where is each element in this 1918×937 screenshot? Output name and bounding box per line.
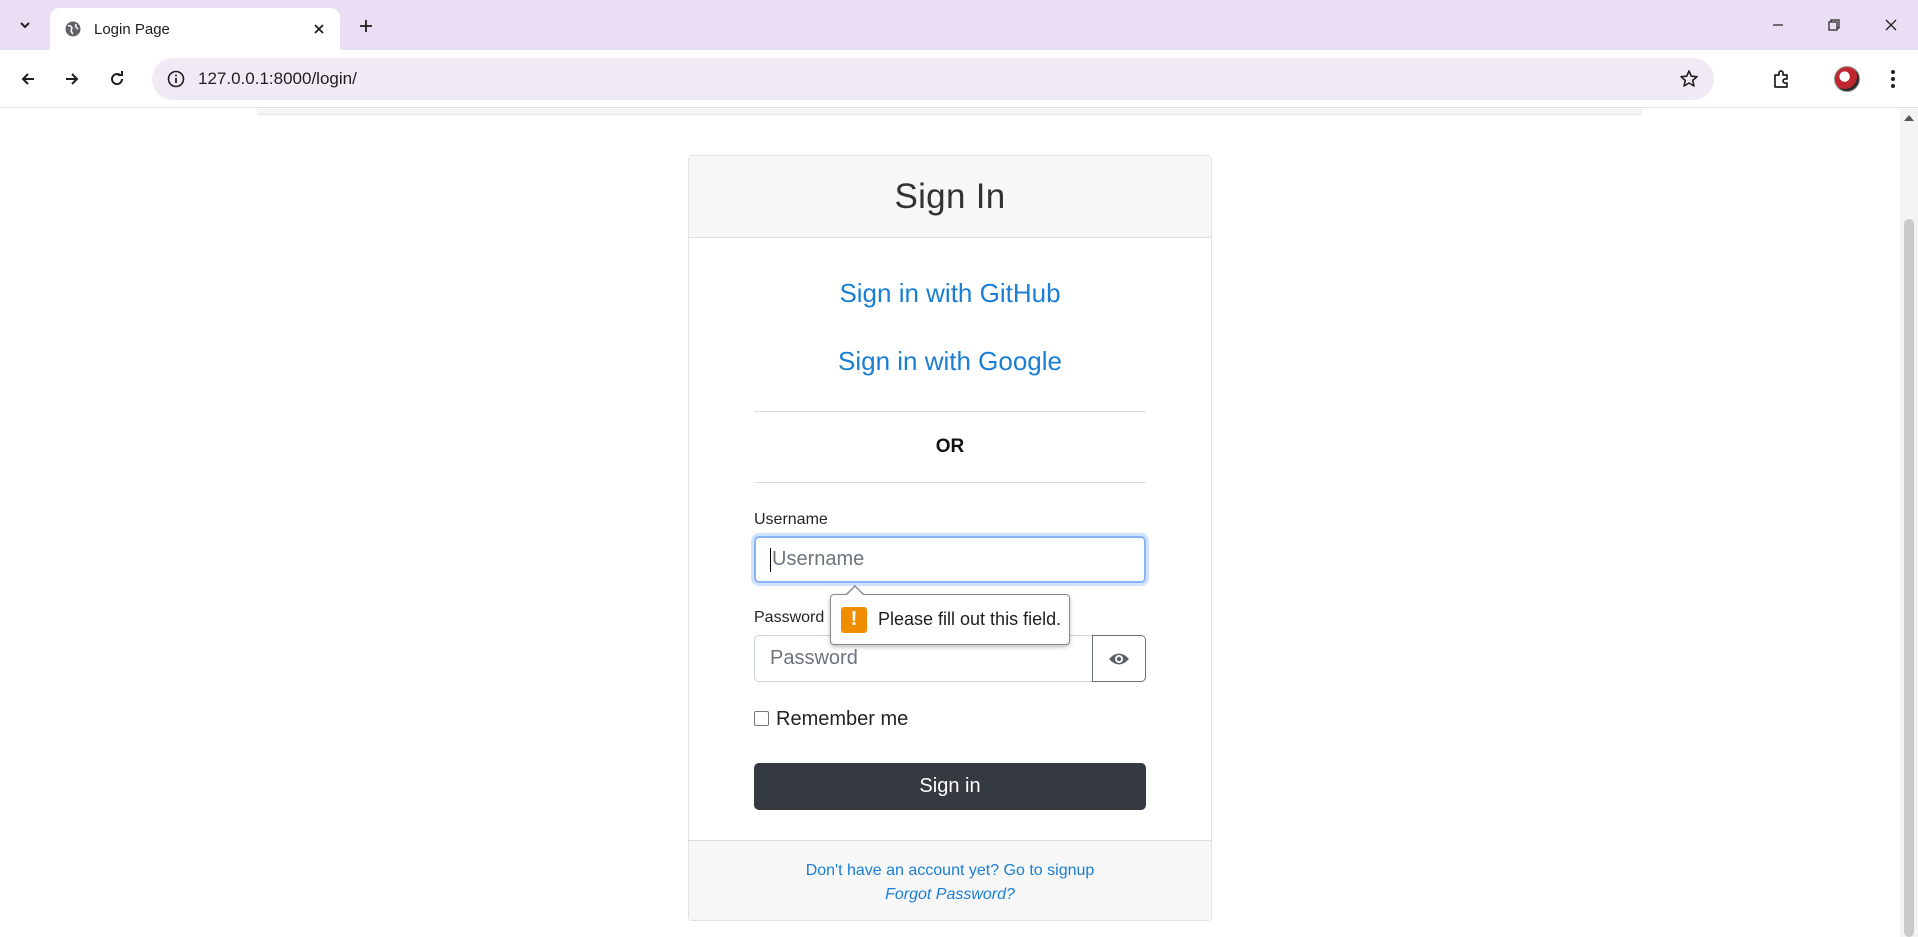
username-label: Username (754, 511, 828, 528)
minimize-button[interactable] (1758, 10, 1798, 40)
signin-button[interactable]: Sign in (754, 763, 1146, 810)
remember-checkbox[interactable] (754, 711, 769, 726)
close-window-button[interactable] (1871, 10, 1911, 40)
profile-button[interactable] (1831, 63, 1863, 95)
new-tab-button[interactable] (352, 12, 380, 40)
tab-close-icon[interactable] (308, 18, 330, 40)
google-signin-link[interactable]: Sign in with Google (754, 346, 1146, 377)
or-separator: OR (754, 411, 1146, 483)
menu-button[interactable] (1877, 63, 1909, 95)
warning-icon: ! (841, 606, 867, 633)
card-body: Sign in with GitHub Sign in with Google … (689, 278, 1211, 810)
address-bar[interactable]: 127.0.0.1:8000/login/ (152, 58, 1714, 100)
github-signin-link[interactable]: Sign in with GitHub (754, 278, 1146, 309)
signup-link[interactable]: Don't have an account yet? Go to signup (689, 859, 1211, 883)
browser-tab-bar: Login Page (0, 0, 1918, 50)
back-button[interactable] (12, 63, 44, 95)
validation-message: Please fill out this field. (878, 609, 1062, 629)
restore-icon (1828, 19, 1840, 31)
restore-button[interactable] (1814, 10, 1854, 40)
more-vertical-icon (1891, 70, 1895, 88)
site-info-icon[interactable] (156, 58, 196, 100)
tab-search-button[interactable] (10, 10, 40, 40)
arrow-left-icon (21, 73, 34, 85)
reload-button[interactable] (101, 63, 133, 95)
login-card: Sign In Sign in with GitHub Sign in with… (688, 155, 1212, 921)
eye-icon (1109, 653, 1129, 664)
page-title: Sign In (894, 176, 1006, 216)
minimize-icon (1773, 24, 1783, 26)
username-placeholder: Username (772, 548, 865, 570)
remember-me: Remember me (754, 708, 1146, 731)
scrollbar-thumb[interactable] (1904, 219, 1914, 937)
forgot-password-link[interactable]: Forgot Password? (689, 883, 1211, 907)
toggle-password-button[interactable] (1092, 635, 1146, 682)
card-footer: Don't have an account yet? Go to signup … (689, 840, 1211, 920)
vertical-scrollbar[interactable] (1900, 109, 1918, 937)
plus-icon (360, 20, 372, 32)
forward-button[interactable] (56, 63, 88, 95)
username-input[interactable]: Username (754, 536, 1146, 583)
browser-tab[interactable]: Login Page (50, 8, 340, 50)
tab-title: Login Page (94, 20, 170, 38)
puzzle-icon (1774, 70, 1788, 88)
globe-icon (64, 20, 82, 38)
reload-icon (111, 71, 124, 86)
text-caret (770, 547, 771, 572)
browser-toolbar: 127.0.0.1:8000/login/ (0, 50, 1918, 108)
chevron-down-icon (20, 22, 30, 29)
password-placeholder: Password (770, 647, 858, 669)
close-icon (1885, 19, 1897, 31)
url-text: 127.0.0.1:8000/login/ (198, 69, 357, 88)
arrow-right-icon (66, 73, 79, 85)
scroll-up-arrow-icon[interactable] (1904, 115, 1914, 121)
extensions-button[interactable] (1765, 63, 1797, 95)
avatar (1834, 66, 1860, 92)
card-header: Sign In (689, 156, 1211, 238)
bookmark-star-icon[interactable] (1678, 68, 1700, 90)
remember-label[interactable]: Remember me (776, 708, 908, 731)
page-viewport: Sign In Sign in with GitHub Sign in with… (0, 109, 1900, 937)
top-navbar-strip (257, 109, 1642, 115)
validation-tooltip: ! Please fill out this field. (830, 585, 1070, 645)
